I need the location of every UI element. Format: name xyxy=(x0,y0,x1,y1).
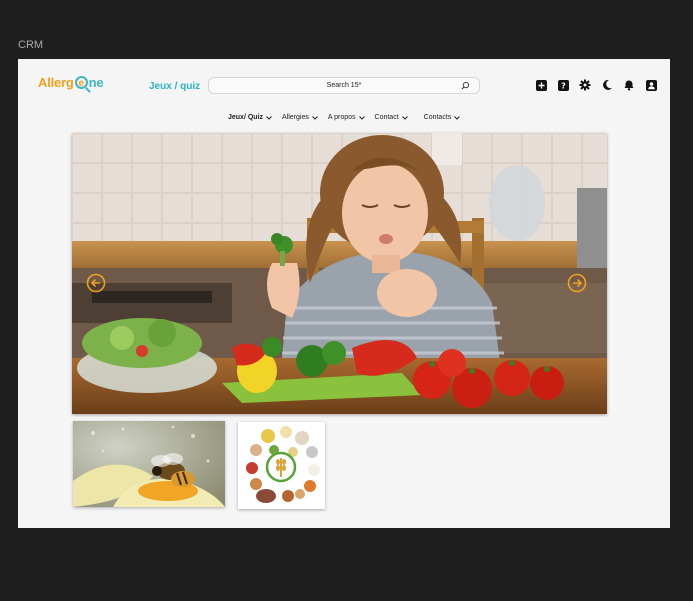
nav-item-jeux-quiz[interactable]: Jeux/ Quiz xyxy=(228,114,272,121)
nav-item-contacts[interactable]: Contacts xyxy=(424,114,461,121)
chevron-down-icon xyxy=(358,115,365,120)
app-frame: Allerg e ne Jeux / quiz Search 15* ? Jeu… xyxy=(18,59,670,528)
carousel-next-arrow-icon[interactable] xyxy=(567,273,587,293)
nav-item-label: Allergies xyxy=(282,114,309,121)
carousel-prev-arrow-icon[interactable] xyxy=(86,273,106,293)
moon-icon[interactable] xyxy=(601,79,613,91)
search-icon[interactable] xyxy=(461,81,470,90)
svg-text:?: ? xyxy=(561,81,566,90)
jeux-quiz-link[interactable]: Jeux / quiz xyxy=(149,81,200,92)
nav-item-contact[interactable]: Contact xyxy=(375,114,408,121)
carousel-thumbnail-bee[interactable] xyxy=(73,421,225,507)
nav-item-label: Contacts xyxy=(423,114,452,121)
chevron-down-icon xyxy=(266,115,272,120)
chevron-down-icon xyxy=(401,115,408,120)
plus-square-icon[interactable] xyxy=(535,79,547,91)
nav-item-allergies[interactable]: Allergies xyxy=(282,114,318,121)
nav-item-label: A propos xyxy=(327,114,356,121)
user-icon[interactable] xyxy=(645,79,657,91)
logo-magnifier-e: e xyxy=(74,76,88,89)
logo-text-part1: Allerg xyxy=(38,75,74,90)
nav-item-label: Contact xyxy=(374,114,399,121)
nav-item-a-propos[interactable]: A propos xyxy=(328,114,365,121)
search-placeholder: Search 15* xyxy=(326,82,362,89)
nav-item-label: Jeux/ Quiz xyxy=(228,114,264,121)
header-icon-bar: ? xyxy=(535,79,657,91)
chevron-down-icon xyxy=(454,115,461,120)
logo-text-part3: ne xyxy=(88,75,104,90)
carousel-main-image[interactable] xyxy=(72,133,607,414)
help-icon[interactable]: ? xyxy=(557,79,569,91)
allergen-foods-photo xyxy=(238,422,325,509)
carousel-thumbnail-allergens[interactable] xyxy=(238,422,325,509)
frame-title: CRM xyxy=(18,39,44,51)
search-input[interactable]: Search 15* xyxy=(208,77,480,94)
logo[interactable]: Allerg e ne xyxy=(38,75,104,90)
child-eating-vegetables-photo xyxy=(72,133,607,414)
main-nav: Jeux/ Quiz Allergies A propos Contact Co… xyxy=(228,114,470,121)
bell-icon[interactable] xyxy=(623,79,635,91)
gear-icon[interactable] xyxy=(579,79,591,91)
chevron-down-icon xyxy=(312,115,318,120)
bee-on-flower-photo xyxy=(73,421,225,507)
